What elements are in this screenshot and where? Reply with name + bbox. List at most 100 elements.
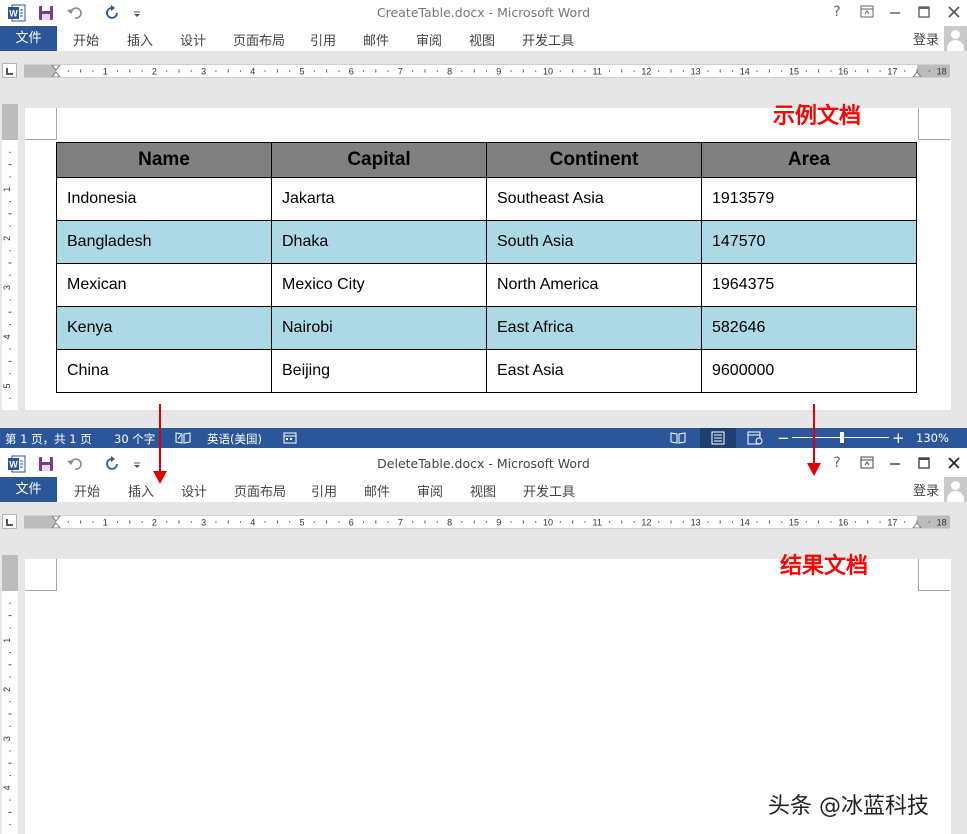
table-cell[interactable]: East Africa: [486, 306, 702, 350]
vertical-ruler[interactable]: 1 2 3 4: [2, 555, 18, 834]
tab-view[interactable]: 视图: [470, 481, 496, 500]
tab-insert[interactable]: 插入: [128, 481, 154, 500]
table-cell[interactable]: Mexico City: [271, 263, 487, 307]
read-mode-icon[interactable]: [670, 431, 686, 445]
title-bar: W CreateTable.docx - Microsoft Word ?: [0, 0, 967, 26]
ruler-label: 18: [937, 518, 947, 528]
table-cell[interactable]: 1913579: [701, 177, 917, 221]
ruler-label: 9: [496, 518, 501, 528]
table-cell[interactable]: China: [56, 349, 272, 393]
indent-marker[interactable]: [51, 65, 61, 77]
horizontal-ruler[interactable]: 1 2 3 4 5 6 7 8 9 10 11 12 13 14 15 16 17 18: [24, 64, 950, 78]
table-cell[interactable]: 147570: [701, 220, 917, 264]
tab-view[interactable]: 视图: [469, 30, 495, 49]
tab-review[interactable]: 审阅: [417, 481, 443, 500]
table-cell[interactable]: Mexican: [56, 263, 272, 307]
word-count[interactable]: 30 个字: [114, 431, 155, 447]
tab-developer[interactable]: 开发工具: [523, 481, 575, 500]
country-table[interactable]: Name Capital Continent Area Indonesia Ja…: [56, 142, 917, 393]
table-cell[interactable]: East Asia: [486, 349, 702, 393]
table-cell[interactable]: Bangladesh: [56, 220, 272, 264]
table-cell[interactable]: Dhaka: [271, 220, 487, 264]
login-link[interactable]: 登录: [913, 480, 939, 499]
tab-design[interactable]: 设计: [180, 30, 206, 49]
user-avatar-icon[interactable]: [944, 477, 967, 502]
status-bar: 第 1 页，共 1 页 30 个字 英语(美国) − + 130%: [0, 428, 967, 448]
tab-page-layout[interactable]: 页面布局: [234, 481, 286, 500]
maximize-icon[interactable]: [913, 456, 935, 474]
indent-marker[interactable]: [51, 516, 61, 528]
page-count[interactable]: 第 1 页，共 1 页: [5, 431, 92, 447]
ribbon-display-icon[interactable]: [856, 5, 878, 23]
table-cell[interactable]: Jakarta: [271, 177, 487, 221]
table-cell[interactable]: Kenya: [56, 306, 272, 350]
right-indent-marker[interactable]: [912, 522, 922, 528]
proofing-icon[interactable]: [175, 431, 191, 445]
tab-file[interactable]: 文件: [0, 477, 57, 502]
macro-icon[interactable]: [283, 431, 297, 445]
table-row: Kenya Nairobi East Africa 582646: [56, 306, 917, 350]
ruler-label: 1: [103, 518, 108, 528]
ruler-label: 8: [447, 518, 452, 528]
tab-home[interactable]: 开始: [74, 481, 100, 500]
web-layout-icon[interactable]: [747, 431, 763, 445]
ruler-label: 6: [349, 518, 354, 528]
close-icon[interactable]: [943, 456, 965, 474]
table-cell[interactable]: Nairobi: [271, 306, 487, 350]
ruler-label: 11: [593, 518, 602, 528]
ribbon-display-icon[interactable]: [856, 456, 878, 474]
table-cell[interactable]: 582646: [701, 306, 917, 350]
tab-design[interactable]: 设计: [181, 481, 207, 500]
tab-insert[interactable]: 插入: [127, 30, 153, 49]
table-row: Mexican Mexico City North America 196437…: [56, 263, 917, 307]
maximize-icon[interactable]: [913, 5, 935, 23]
tab-selector[interactable]: [2, 63, 17, 78]
table-cell[interactable]: Southeast Asia: [486, 177, 702, 221]
tab-home[interactable]: 开始: [73, 30, 99, 49]
tab-references[interactable]: 引用: [310, 30, 336, 49]
table-cell[interactable]: South Asia: [486, 220, 702, 264]
help-icon[interactable]: ?: [826, 454, 848, 472]
help-icon[interactable]: ?: [826, 3, 848, 21]
zoom-level[interactable]: 130%: [916, 431, 949, 445]
vertical-ruler-scale: 1 2 3 4: [2, 602, 12, 826]
table-cell[interactable]: 9600000: [701, 349, 917, 393]
print-layout-icon[interactable]: [710, 431, 726, 445]
tab-references[interactable]: 引用: [311, 481, 337, 500]
login-link[interactable]: 登录: [913, 29, 939, 48]
tab-selector[interactable]: [2, 514, 17, 529]
user-avatar-icon[interactable]: [944, 26, 967, 51]
zoom-out-button[interactable]: −: [777, 429, 790, 447]
table-cell[interactable]: North America: [486, 263, 702, 307]
table-cell[interactable]: 1964375: [701, 263, 917, 307]
word-window-create: W CreateTable.docx - Microsoft Word ? 文件…: [0, 0, 967, 448]
horizontal-ruler[interactable]: 1 2 3 4 5 6 7 8 9 10 11 12 13 14 15 16 17 18: [24, 515, 950, 529]
table-header-cell[interactable]: Capital: [271, 142, 487, 178]
tab-file[interactable]: 文件: [0, 26, 57, 51]
crop-mark: [918, 559, 950, 591]
table-header-cell[interactable]: Area: [701, 142, 917, 178]
tab-developer[interactable]: 开发工具: [522, 30, 574, 49]
tab-page-layout[interactable]: 页面布局: [233, 30, 285, 49]
document-page[interactable]: Name Capital Continent Area Indonesia Ja…: [25, 108, 951, 410]
zoom-in-button[interactable]: +: [892, 429, 905, 447]
minimize-icon[interactable]: [884, 456, 906, 474]
tab-mailings[interactable]: 邮件: [363, 30, 389, 49]
minimize-icon[interactable]: [884, 5, 906, 23]
tab-mailings[interactable]: 邮件: [364, 481, 390, 500]
ruler-label: 17: [887, 67, 897, 77]
vertical-ruler[interactable]: 1 2 3 4 5: [2, 104, 18, 410]
right-indent-marker[interactable]: [912, 71, 922, 77]
ruler-label: 16: [838, 518, 848, 528]
table-cell[interactable]: Indonesia: [56, 177, 272, 221]
zoom-slider-thumb[interactable]: [840, 432, 844, 443]
ruler-label: 14: [740, 518, 750, 528]
language-indicator[interactable]: 英语(美国): [207, 431, 262, 447]
tab-review[interactable]: 审阅: [416, 30, 442, 49]
vruler-label: 2: [2, 687, 12, 692]
ruler-label: 4: [250, 67, 255, 77]
close-icon[interactable]: [943, 5, 965, 23]
table-header-cell[interactable]: Continent: [486, 142, 702, 178]
table-cell[interactable]: Beijing: [271, 349, 487, 393]
table-header-cell[interactable]: Name: [56, 142, 272, 178]
